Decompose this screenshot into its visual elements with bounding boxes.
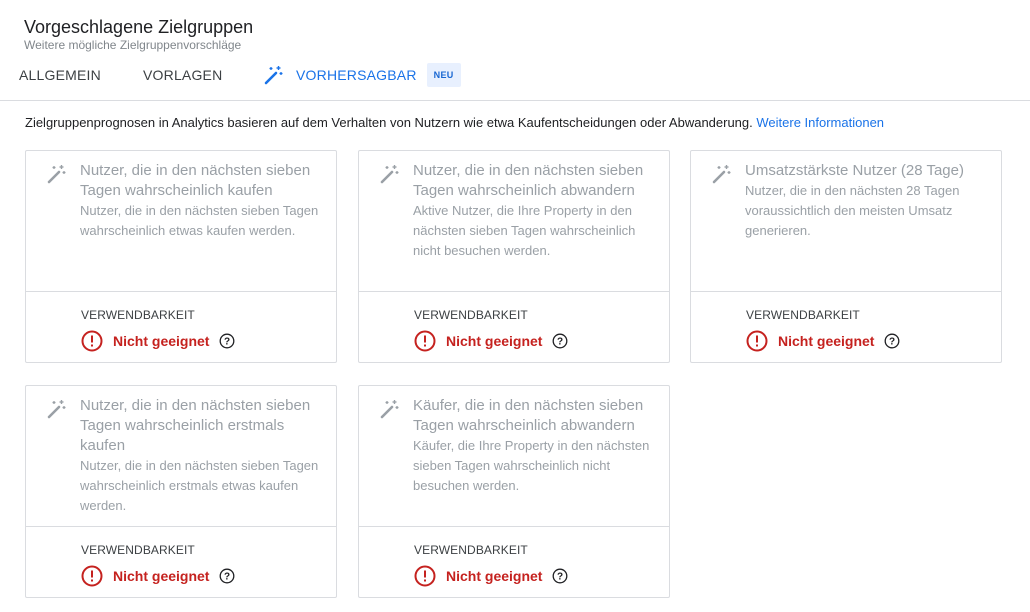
card-title: Umsatzstärkste Nutzer (28 Tage) bbox=[745, 162, 964, 179]
audience-card-2[interactable]: Nutzer, die in den nächsten sieben Tagen… bbox=[358, 150, 670, 363]
card-title: Nutzer, die in den nächsten sieben Tagen… bbox=[80, 162, 311, 199]
status-text: Nicht geeignet bbox=[446, 333, 543, 349]
card-title: Käufer, die in den nächsten sieben Tagen… bbox=[413, 397, 644, 434]
page-title: Vorgeschlagene Zielgruppen bbox=[24, 17, 254, 37]
svg-text:?: ? bbox=[889, 337, 895, 348]
usability-label: VERWENDBARKEIT bbox=[746, 308, 860, 322]
usability-label: VERWENDBARKEIT bbox=[414, 308, 528, 322]
card-content: Umsatzstärkste Nutzer (28 Tage) Nutzer, … bbox=[691, 151, 1001, 291]
tab-vorlagen-label: VORLAGEN bbox=[143, 67, 223, 83]
card-title: Nutzer, die in den nächsten sieben Tagen… bbox=[80, 397, 311, 454]
audience-card-1[interactable]: Nutzer, die in den nächsten sieben Tagen… bbox=[25, 150, 337, 363]
tab-vorhersagbar[interactable]: VORHERSAGBAR NEU bbox=[264, 60, 461, 90]
new-badge: NEU bbox=[426, 63, 461, 87]
error-icon bbox=[81, 565, 103, 587]
card-description: Aktive Nutzer, die Ihre Property in den … bbox=[413, 203, 636, 258]
card-content: Nutzer, die in den nächsten sieben Tagen… bbox=[26, 151, 336, 291]
error-icon bbox=[746, 330, 768, 352]
page-subtitle: Weitere mögliche Zielgruppenvorschläge bbox=[24, 38, 242, 52]
card-divider bbox=[359, 291, 669, 292]
tab-bar: ALLGEMEIN VORLAGEN VORHERSAGBAR NEU bbox=[0, 60, 1030, 101]
error-icon bbox=[414, 330, 436, 352]
status-text: Nicht geeignet bbox=[778, 333, 875, 349]
card-title: Nutzer, die in den nächsten sieben Tagen… bbox=[413, 162, 644, 199]
error-icon bbox=[81, 330, 103, 352]
magic-wand-icon bbox=[380, 165, 399, 184]
audience-card-3[interactable]: Umsatzstärkste Nutzer (28 Tage) Nutzer, … bbox=[690, 150, 1002, 363]
learn-more-link[interactable]: Weitere Informationen bbox=[756, 115, 884, 130]
help-icon[interactable]: ? bbox=[219, 568, 235, 584]
audience-card-5[interactable]: Käufer, die in den nächsten sieben Tagen… bbox=[358, 385, 670, 598]
status-row: Nicht geeignet ? bbox=[746, 330, 900, 352]
tab-vorlagen[interactable]: VORLAGEN bbox=[143, 60, 222, 90]
svg-text:?: ? bbox=[224, 572, 230, 583]
help-icon[interactable]: ? bbox=[552, 333, 568, 349]
card-description: Nutzer, die in den nächsten sieben Tagen… bbox=[80, 458, 319, 513]
status-row: Nicht geeignet ? bbox=[414, 565, 568, 587]
status-row: Nicht geeignet ? bbox=[81, 330, 235, 352]
svg-text:?: ? bbox=[557, 337, 563, 348]
status-row: Nicht geeignet ? bbox=[414, 330, 568, 352]
card-description: Käufer, die Ihre Property in den nächste… bbox=[413, 438, 650, 493]
card-divider bbox=[26, 526, 336, 527]
help-icon[interactable]: ? bbox=[884, 333, 900, 349]
card-content: Käufer, die in den nächsten sieben Tagen… bbox=[359, 386, 669, 526]
status-text: Nicht geeignet bbox=[113, 568, 210, 584]
intro-text: Zielgruppenprognosen in Analytics basier… bbox=[25, 115, 884, 130]
status-text: Nicht geeignet bbox=[446, 568, 543, 584]
card-content: Nutzer, die in den nächsten sieben Tagen… bbox=[359, 151, 669, 291]
magic-wand-icon bbox=[47, 165, 66, 184]
intro-description: Zielgruppenprognosen in Analytics basier… bbox=[25, 115, 757, 130]
card-divider bbox=[26, 291, 336, 292]
svg-text:?: ? bbox=[557, 572, 563, 583]
magic-wand-icon bbox=[712, 165, 731, 184]
usability-label: VERWENDBARKEIT bbox=[414, 543, 528, 557]
audience-card-4[interactable]: Nutzer, die in den nächsten sieben Tagen… bbox=[25, 385, 337, 598]
tab-allgemein[interactable]: ALLGEMEIN bbox=[19, 60, 101, 90]
magic-wand-icon bbox=[264, 66, 283, 85]
help-icon[interactable]: ? bbox=[219, 333, 235, 349]
magic-wand-icon bbox=[380, 400, 399, 419]
status-text: Nicht geeignet bbox=[113, 333, 210, 349]
page-header: Vorgeschlagene Zielgruppen Weitere mögli… bbox=[24, 16, 253, 52]
usability-label: VERWENDBARKEIT bbox=[81, 543, 195, 557]
usability-label: VERWENDBARKEIT bbox=[81, 308, 195, 322]
tab-allgemein-label: ALLGEMEIN bbox=[19, 67, 101, 83]
card-divider bbox=[691, 291, 1001, 292]
tab-vorhersagbar-label: VORHERSAGBAR bbox=[296, 67, 417, 83]
magic-wand-icon bbox=[47, 400, 66, 419]
error-icon bbox=[414, 565, 436, 587]
status-row: Nicht geeignet ? bbox=[81, 565, 235, 587]
card-content: Nutzer, die in den nächsten sieben Tagen… bbox=[26, 386, 336, 526]
card-divider bbox=[359, 526, 669, 527]
svg-text:?: ? bbox=[224, 337, 230, 348]
card-description: Nutzer, die in den nächsten sieben Tagen… bbox=[80, 203, 319, 238]
help-icon[interactable]: ? bbox=[552, 568, 568, 584]
card-description: Nutzer, die in den nächsten 28 Tagen vor… bbox=[745, 183, 960, 238]
